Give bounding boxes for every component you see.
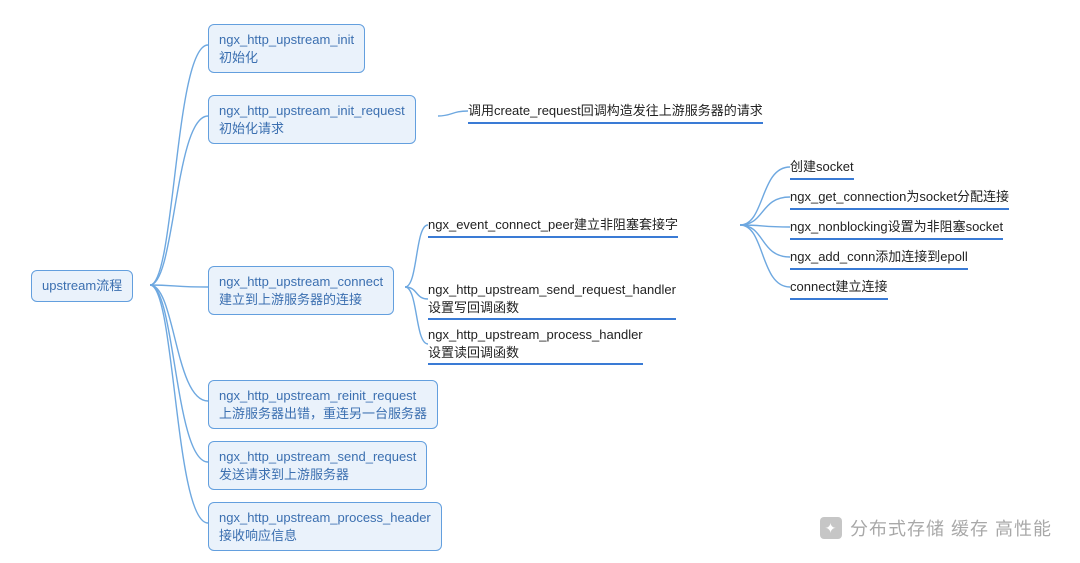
node-init-request-title: ngx_http_upstream_init_request xyxy=(219,102,405,120)
node-connect: ngx_http_upstream_connect 建立到上游服务器的连接 xyxy=(208,266,394,315)
root-label: upstream流程 xyxy=(42,278,122,293)
leaf-create-request-text: 调用create_request回调构造发往上游服务器的请求 xyxy=(468,102,763,124)
leaf-process-handler-l2: 设置读回调函数 xyxy=(428,344,643,366)
watermark-text: 分布式存储 缓存 高性能 xyxy=(850,515,1052,541)
leaf-get-connection-text: ngx_get_connection为socket分配连接 xyxy=(790,188,1009,210)
leaf-add-conn: ngx_add_conn添加连接到epoll xyxy=(790,248,968,271)
leaf-send-request-handler-l1: ngx_http_upstream_send_request_handler xyxy=(428,281,676,299)
leaf-event-connect-peer-text: ngx_event_connect_peer建立非阻塞套接字 xyxy=(428,216,678,238)
node-connect-sub: 建立到上游服务器的连接 xyxy=(219,291,383,309)
leaf-process-handler-l1: ngx_http_upstream_process_handler xyxy=(428,326,643,344)
leaf-send-request-handler-l2: 设置写回调函数 xyxy=(428,299,676,321)
leaf-nonblocking-text: ngx_nonblocking设置为非阻塞socket xyxy=(790,218,1003,240)
leaf-nonblocking: ngx_nonblocking设置为非阻塞socket xyxy=(790,218,1003,241)
node-reinit-title: ngx_http_upstream_reinit_request xyxy=(219,387,427,405)
node-init-request-sub: 初始化请求 xyxy=(219,120,405,138)
node-connect-title: ngx_http_upstream_connect xyxy=(219,273,383,291)
node-process-header-title: ngx_http_upstream_process_header xyxy=(219,509,431,527)
leaf-connect-text: connect建立连接 xyxy=(790,278,888,300)
node-init: ngx_http_upstream_init 初始化 xyxy=(208,24,365,73)
node-process-header: ngx_http_upstream_process_header 接收响应信息 xyxy=(208,502,442,551)
node-send: ngx_http_upstream_send_request 发送请求到上游服务… xyxy=(208,441,427,490)
root-node: upstream流程 xyxy=(31,270,133,302)
node-init-sub: 初始化 xyxy=(219,49,354,67)
leaf-event-connect-peer: ngx_event_connect_peer建立非阻塞套接字 xyxy=(428,216,678,239)
leaf-add-conn-text: ngx_add_conn添加连接到epoll xyxy=(790,248,968,270)
node-reinit-sub: 上游服务器出错，重连另一台服务器 xyxy=(219,405,427,423)
node-init-request: ngx_http_upstream_init_request 初始化请求 xyxy=(208,95,416,144)
leaf-create-request: 调用create_request回调构造发往上游服务器的请求 xyxy=(468,102,763,125)
watermark: ✦ 分布式存储 缓存 高性能 xyxy=(820,515,1052,541)
leaf-create-socket: 创建socket xyxy=(790,158,854,181)
leaf-create-socket-text: 创建socket xyxy=(790,158,854,180)
node-init-title: ngx_http_upstream_init xyxy=(219,31,354,49)
node-process-header-sub: 接收响应信息 xyxy=(219,527,431,545)
node-send-title: ngx_http_upstream_send_request xyxy=(219,448,416,466)
leaf-get-connection: ngx_get_connection为socket分配连接 xyxy=(790,188,1009,211)
node-send-sub: 发送请求到上游服务器 xyxy=(219,466,416,484)
wechat-icon: ✦ xyxy=(820,517,842,539)
leaf-process-handler: ngx_http_upstream_process_handler 设置读回调函… xyxy=(428,326,643,366)
leaf-send-request-handler: ngx_http_upstream_send_request_handler 设… xyxy=(428,281,676,321)
node-reinit: ngx_http_upstream_reinit_request 上游服务器出错… xyxy=(208,380,438,429)
leaf-connect: connect建立连接 xyxy=(790,278,888,301)
